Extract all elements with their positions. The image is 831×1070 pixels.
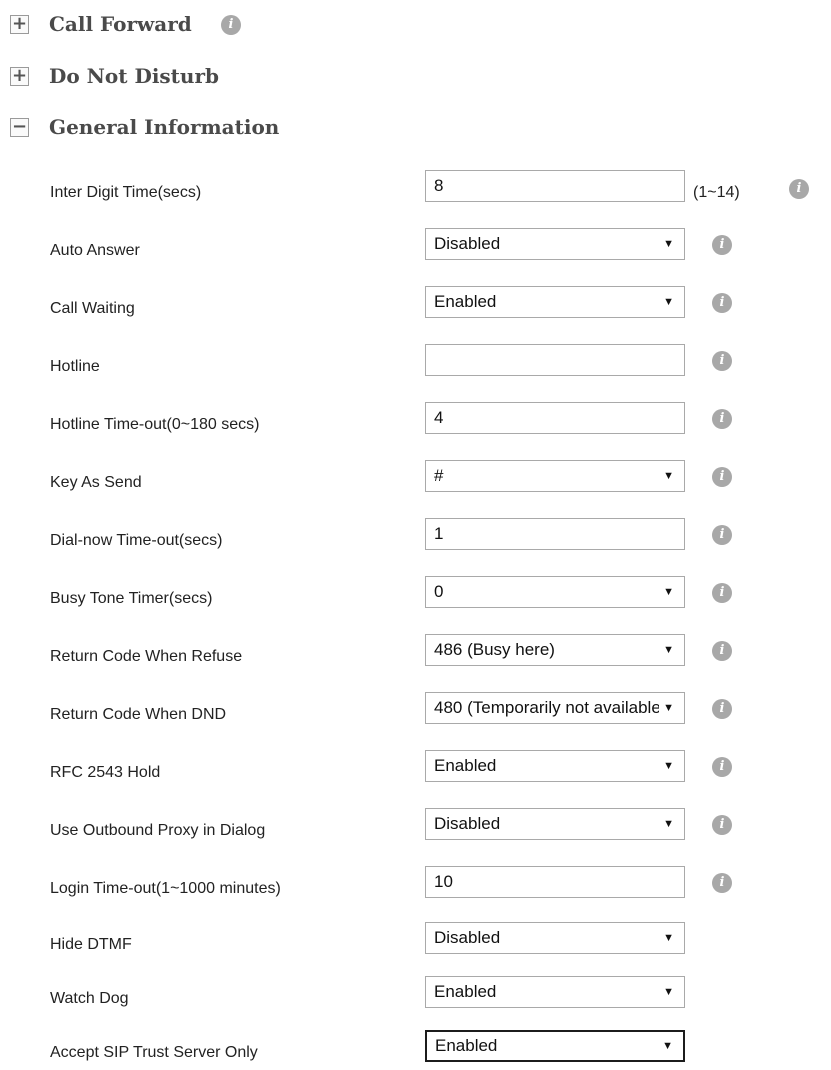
inter-digit-time-label: Inter Digit Time(secs) [50,184,202,201]
chevron-down-icon: ▼ [663,470,674,482]
accept-sip-trust-value: Enabled [435,1036,498,1055]
section-title-do-not-disturb[interactable]: Do Not Disturb [49,63,219,89]
auto-answer-value: Disabled [434,234,501,253]
row-accept-sip-trust: Accept SIP Trust Server Only Enabled ▼ [0,1030,831,1070]
chevron-down-icon: ▼ [663,760,674,772]
key-as-send-value: # [434,466,444,485]
section-title-call-forward[interactable]: Call Forward [49,11,192,37]
dial-now-timeout-input[interactable]: 1 [425,518,685,550]
call-waiting-value: Enabled [434,292,497,311]
busy-tone-timer-value: 0 [434,582,444,601]
row-dial-now-timeout: Dial-now Time-out(secs) 1 i [0,518,831,558]
rfc2543-hold-value: Enabled [434,756,497,775]
chevron-down-icon: ▼ [663,702,674,714]
call-waiting-select[interactable]: Enabled ▼ [425,286,685,318]
auto-answer-select[interactable]: Disabled ▼ [425,228,685,260]
outbound-proxy-dialog-value: Disabled [434,814,501,833]
info-icon[interactable]: i [712,351,732,371]
hide-dtmf-label: Hide DTMF [50,936,132,953]
auto-answer-label: Auto Answer [50,242,140,259]
return-code-dnd-label: Return Code When DND [50,706,227,723]
inter-digit-time-range: (1~14) [693,184,740,201]
row-auto-answer: Auto Answer Disabled ▼ i [0,228,831,268]
expand-do-not-disturb-icon[interactable]: + [10,67,29,86]
info-icon[interactable]: i [712,873,732,893]
row-busy-tone-timer: Busy Tone Timer(secs) 0 ▼ i [0,576,831,616]
hotline-input[interactable] [425,344,685,376]
hotline-timeout-label: Hotline Time-out(0~180 secs) [50,416,260,433]
return-code-refuse-value: 486 (Busy here) [434,640,555,659]
info-icon[interactable]: i [712,699,732,719]
login-timeout-input[interactable]: 10 [425,866,685,898]
row-return-code-dnd: Return Code When DND 480 (Temporarily no… [0,692,831,732]
busy-tone-timer-label: Busy Tone Timer(secs) [50,590,213,607]
chevron-down-icon: ▼ [663,818,674,830]
row-outbound-proxy-dialog: Use Outbound Proxy in Dialog Disabled ▼ … [0,808,831,848]
info-icon[interactable]: i [712,235,732,255]
row-rfc2543-hold: RFC 2543 Hold Enabled ▼ i [0,750,831,790]
section-title-general-information[interactable]: General Information [49,114,279,140]
collapse-general-information-icon[interactable]: − [10,118,29,137]
row-return-code-refuse: Return Code When Refuse 486 (Busy here) … [0,634,831,674]
hotline-timeout-input[interactable]: 4 [425,402,685,434]
return-code-dnd-select[interactable]: 480 (Temporarily not available) ▼ [425,692,685,724]
return-code-dnd-value: 480 (Temporarily not available) [434,698,659,717]
busy-tone-timer-select[interactable]: 0 ▼ [425,576,685,608]
chevron-down-icon: ▼ [662,1040,673,1052]
accept-sip-trust-label: Accept SIP Trust Server Only [50,1044,258,1061]
row-login-timeout: Login Time-out(1~1000 minutes) 10 i [0,866,831,906]
rfc2543-hold-label: RFC 2543 Hold [50,764,161,781]
key-as-send-select[interactable]: # ▼ [425,460,685,492]
key-as-send-label: Key As Send [50,474,142,491]
row-hide-dtmf: Hide DTMF Disabled ▼ [0,922,831,962]
return-code-refuse-select[interactable]: 486 (Busy here) ▼ [425,634,685,666]
info-icon[interactable]: i [712,293,732,313]
inter-digit-time-input[interactable]: 8 [425,170,685,202]
hide-dtmf-select[interactable]: Disabled ▼ [425,922,685,954]
return-code-refuse-label: Return Code When Refuse [50,648,243,665]
row-key-as-send: Key As Send # ▼ i [0,460,831,500]
row-hotline-timeout: Hotline Time-out(0~180 secs) 4 i [0,402,831,442]
row-call-waiting: Call Waiting Enabled ▼ i [0,286,831,326]
expand-call-forward-icon[interactable]: + [10,15,29,34]
chevron-down-icon: ▼ [663,238,674,250]
hotline-label: Hotline [50,358,100,375]
watch-dog-select[interactable]: Enabled ▼ [425,976,685,1008]
info-icon[interactable]: i [712,815,732,835]
info-icon[interactable]: i [712,525,732,545]
chevron-down-icon: ▼ [663,644,674,656]
info-icon[interactable]: i [221,15,241,35]
info-icon[interactable]: i [712,641,732,661]
row-hotline: Hotline i [0,344,831,384]
chevron-down-icon: ▼ [663,986,674,998]
outbound-proxy-dialog-label: Use Outbound Proxy in Dialog [50,822,266,839]
info-icon[interactable]: i [789,179,809,199]
chevron-down-icon: ▼ [663,586,674,598]
accept-sip-trust-select[interactable]: Enabled ▼ [425,1030,685,1062]
chevron-down-icon: ▼ [663,296,674,308]
info-icon[interactable]: i [712,757,732,777]
rfc2543-hold-select[interactable]: Enabled ▼ [425,750,685,782]
dial-now-timeout-label: Dial-now Time-out(secs) [50,532,223,549]
hide-dtmf-value: Disabled [434,928,501,947]
info-icon[interactable]: i [712,467,732,487]
watch-dog-value: Enabled [434,982,497,1001]
call-waiting-label: Call Waiting [50,300,135,317]
row-watch-dog: Watch Dog Enabled ▼ [0,976,831,1016]
info-icon[interactable]: i [712,409,732,429]
chevron-down-icon: ▼ [663,932,674,944]
row-inter-digit-time: Inter Digit Time(secs) 8 (1~14) i [0,170,831,210]
login-timeout-label: Login Time-out(1~1000 minutes) [50,880,281,897]
outbound-proxy-dialog-select[interactable]: Disabled ▼ [425,808,685,840]
info-icon[interactable]: i [712,583,732,603]
watch-dog-label: Watch Dog [50,990,129,1007]
